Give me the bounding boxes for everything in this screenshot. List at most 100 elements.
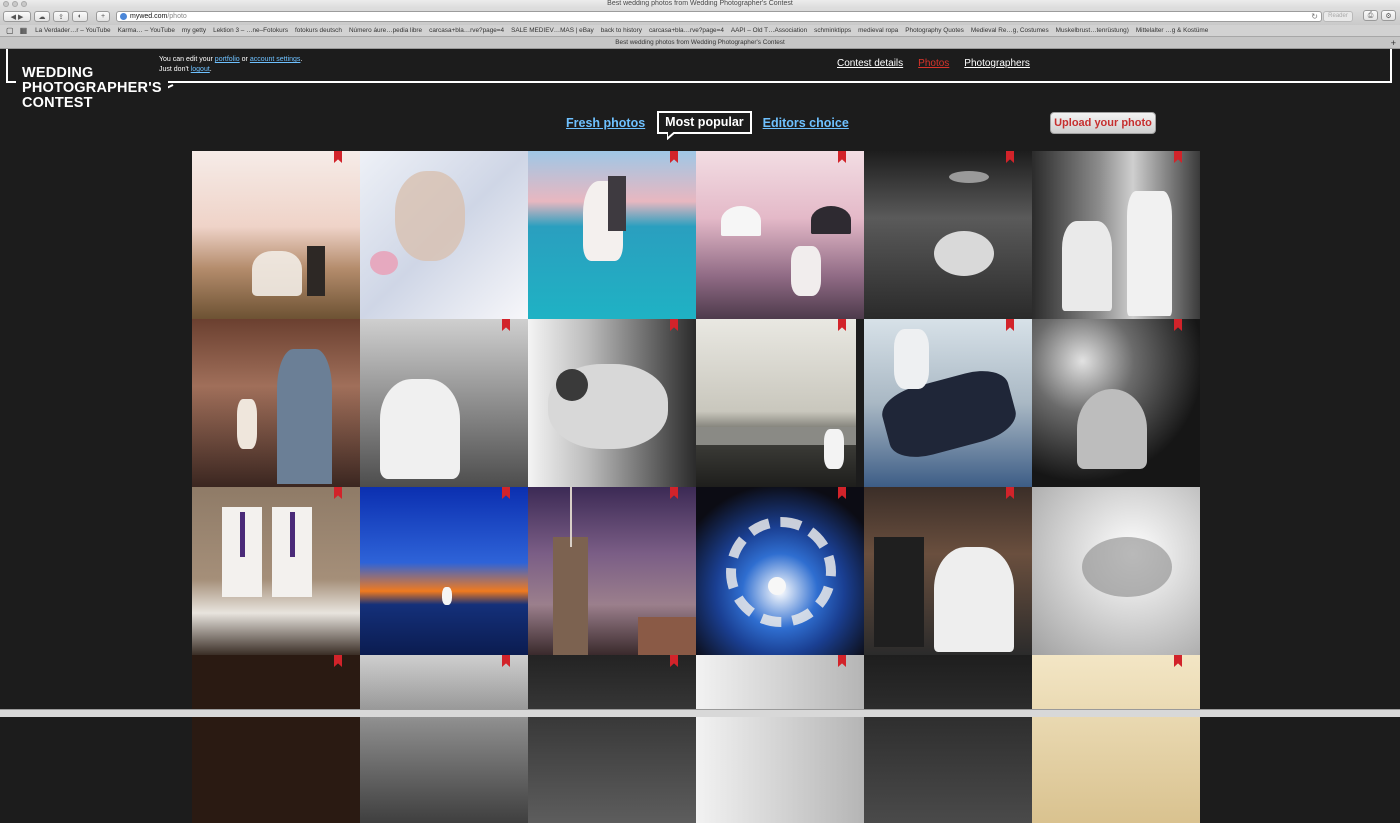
bookmark-item[interactable]: carcasa+bla…rve?page=4 <box>649 27 724 34</box>
share-icon: ⇪ <box>58 13 64 21</box>
bookmark-item[interactable]: carcasa+bla…rve?page=4 <box>429 27 504 34</box>
browser-statusbar <box>0 709 1400 717</box>
browser-toolbar: ◀ ▶ ☁ ⇪ ◐ + mywed.com/photo ↻ Reader ⎙ ⚙ <box>0 8 1400 25</box>
icloud-tabs-button[interactable]: ☁ <box>34 11 50 22</box>
photo-tile[interactable] <box>1032 655 1200 823</box>
hanging-dress <box>380 379 460 479</box>
tab-most-popular[interactable]: Most popular <box>657 111 752 140</box>
veiled-face <box>395 171 465 261</box>
bookmark-item[interactable]: Medieval Re…g, Costumes <box>971 27 1049 34</box>
url-path: /photo <box>167 13 187 20</box>
bookmarks-bar: ▢ ▦ La Verdader…r – YouTube Karma… – You… <box>0 25 1400 37</box>
photo-tile[interactable] <box>696 151 864 319</box>
bookmark-item[interactable]: Mittelalter …g & Kostüme <box>1136 27 1208 34</box>
minimize-window-icon[interactable] <box>12 1 18 7</box>
groom-head <box>556 369 588 401</box>
bookmark-item[interactable]: Número áure…pedia libre <box>349 27 422 34</box>
bookmark-item[interactable]: AAPI – Old T…Association <box>731 27 807 34</box>
bookmark-item[interactable]: medieval ropa <box>858 27 898 34</box>
photo-tile[interactable] <box>864 319 1032 487</box>
photo-tile[interactable] <box>864 655 1032 823</box>
photo-tile[interactable] <box>696 319 864 487</box>
settings-button[interactable]: ⚙ <box>1381 10 1396 21</box>
bookmark-item[interactable]: SALE MEDIEV…MAS | eBay <box>511 27 594 34</box>
photo-tile[interactable] <box>360 655 528 823</box>
bookmark-item[interactable]: Photography Quotes <box>905 27 964 34</box>
bookmark-ribbon-icon <box>838 319 846 331</box>
tab-most-popular-label: Most popular <box>665 115 744 129</box>
print-button[interactable]: ⎙ <box>1363 10 1378 21</box>
photo-tile[interactable] <box>528 655 696 823</box>
photo-tile[interactable] <box>864 151 1032 319</box>
nav-contest-details[interactable]: Contest details <box>837 58 903 69</box>
nav-photographers[interactable]: Photographers <box>964 58 1030 69</box>
photo-tile[interactable] <box>528 151 696 319</box>
zoom-window-icon[interactable] <box>21 1 27 7</box>
photo-tile[interactable] <box>192 319 360 487</box>
spiral-staircase <box>726 517 836 627</box>
photo-tile[interactable] <box>192 655 360 823</box>
gear-icon: ⚙ <box>1385 12 1392 20</box>
photo-tile[interactable] <box>360 487 528 655</box>
new-tab-button[interactable]: + <box>96 11 110 22</box>
photo-tile[interactable] <box>360 151 528 319</box>
logo-line: WEDDING <box>22 65 94 81</box>
account-settings-link[interactable]: account settings <box>250 56 301 63</box>
photo-tile[interactable] <box>1032 319 1200 487</box>
upload-photo-button[interactable]: Upload your photo <box>1050 112 1156 134</box>
top-sites-grid-icon[interactable]: ▦ <box>20 26 28 35</box>
photo-tile[interactable] <box>528 487 696 655</box>
stone-house <box>638 617 696 655</box>
photo-tile[interactable] <box>864 487 1032 655</box>
photo-tile[interactable] <box>192 487 360 655</box>
logo-line: PHOTOGRAPHER'S <box>22 80 162 96</box>
close-window-icon[interactable] <box>3 1 9 7</box>
portfolio-link[interactable]: portfolio <box>215 56 240 63</box>
bride-silhouette <box>252 251 302 296</box>
bookmark-ribbon-icon <box>502 487 510 499</box>
bookmark-item[interactable]: La Verdader…r – YouTube <box>35 27 110 34</box>
edit-msg-prefix: You can edit your <box>159 56 213 63</box>
photo-tile[interactable] <box>360 319 528 487</box>
reading-list-button[interactable]: ◐ <box>72 11 88 22</box>
site-page: WEDDING PHOTOGRAPHER'S CONTEST You can e… <box>0 49 1400 823</box>
window-controls[interactable] <box>3 1 27 7</box>
reload-icon[interactable]: ↻ <box>1311 12 1318 21</box>
tab-fresh-photos[interactable]: Fresh photos <box>566 116 645 130</box>
nav-photos[interactable]: Photos <box>918 58 949 69</box>
bride-jumping <box>791 246 821 296</box>
couple-center <box>768 577 786 595</box>
back-arrow-icon[interactable]: ◀ <box>11 13 16 21</box>
seated-bride <box>1062 221 1112 311</box>
ceiling-lamp <box>949 171 989 183</box>
bookmark-item[interactable]: Lektion 3 – …ne–Fotokurs <box>213 27 288 34</box>
bookmark-item[interactable]: my getty <box>182 27 206 34</box>
logout-link[interactable]: logout <box>191 66 210 73</box>
back-forward-button[interactable]: ◀ ▶ <box>3 11 31 22</box>
photo-tile[interactable] <box>528 319 696 487</box>
bookmark-ribbon-icon <box>1006 151 1014 163</box>
bookmark-item[interactable]: schminktipps <box>814 27 851 34</box>
forward-arrow-icon[interactable]: ▶ <box>18 13 23 21</box>
bookmark-item[interactable]: Karma… – YouTube <box>118 27 175 34</box>
photo-tile[interactable] <box>1032 151 1200 319</box>
photo-tile[interactable] <box>696 655 864 823</box>
tab-editors-choice[interactable]: Editors choice <box>763 116 849 130</box>
bookmark-item[interactable]: fotokurs deutsch <box>295 27 342 34</box>
photo-tile[interactable] <box>696 487 864 655</box>
open-book-icon[interactable]: ▢ <box>6 26 14 35</box>
site-logo[interactable]: WEDDING PHOTOGRAPHER'S CONTEST <box>16 66 168 111</box>
photo-tile[interactable] <box>1032 487 1200 655</box>
active-tab[interactable]: Best wedding photos from Wedding Photogr… <box>615 39 785 46</box>
address-bar[interactable]: mywed.com/photo ↻ <box>116 11 1322 22</box>
bookmark-ribbon-icon <box>838 487 846 499</box>
photo-tile[interactable] <box>192 151 360 319</box>
bookmark-item[interactable]: back to history <box>601 27 642 34</box>
bookmark-ribbon-icon <box>670 151 678 163</box>
add-tab-icon[interactable]: + <box>1391 37 1396 49</box>
purple-tie <box>240 512 245 557</box>
reader-button[interactable]: Reader <box>1323 11 1353 22</box>
bookmark-item[interactable]: Muskelbrust…tenrüstung) <box>1056 27 1129 34</box>
share-button[interactable]: ⇪ <box>53 11 69 22</box>
bride-on-roof <box>824 429 844 469</box>
